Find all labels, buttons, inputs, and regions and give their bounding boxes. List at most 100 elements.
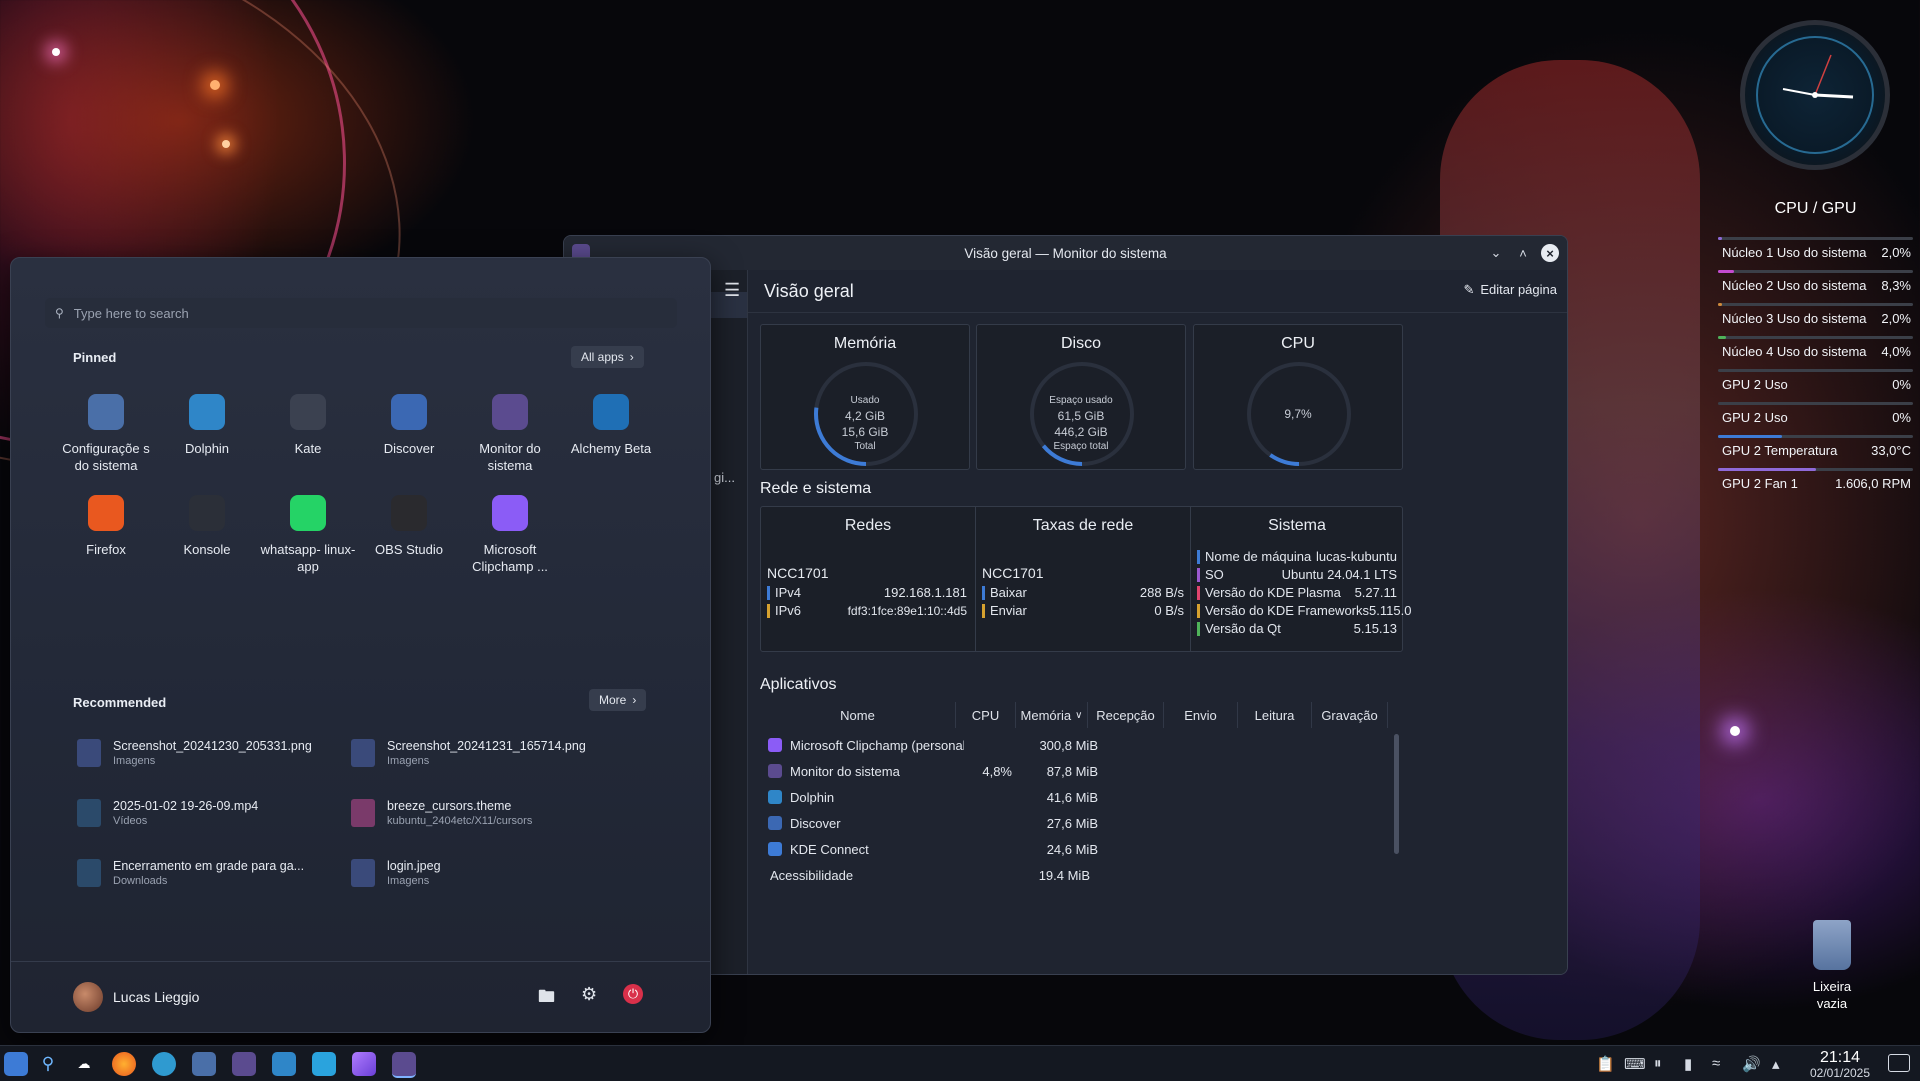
pinned-app-label: Dolphin bbox=[184, 441, 230, 456]
page-header: ☰ Visão geral ✎ Editar página bbox=[724, 270, 1567, 313]
search-icon[interactable]: ⚲ bbox=[36, 1052, 60, 1076]
recommended-item[interactable]: Encerramento em grade para ga... Download… bbox=[77, 853, 337, 893]
volume-icon[interactable]: 🔊 bbox=[1742, 1055, 1761, 1073]
analog-clock bbox=[1740, 20, 1890, 170]
start-button-icon[interactable] bbox=[4, 1052, 28, 1076]
column-header[interactable]: Gravação bbox=[1312, 702, 1388, 728]
system-monitor-icon[interactable] bbox=[392, 1052, 416, 1078]
system-info-row: Versão do KDE Frameworks 5.115.0 bbox=[1197, 603, 1411, 618]
pinned-app[interactable]: Alchemy Beta bbox=[561, 388, 661, 480]
trash-desktop-icon[interactable]: Lixeira vazia bbox=[1800, 920, 1864, 1012]
browser-icon[interactable] bbox=[152, 1052, 176, 1076]
disk-total: 446,2 GiB bbox=[1054, 425, 1108, 439]
disk-used: 61,5 GiB bbox=[1057, 409, 1105, 423]
column-header[interactable]: CPU bbox=[956, 702, 1016, 728]
minimize-icon[interactable]: ⌄ bbox=[1487, 244, 1505, 262]
chevron-right-icon: › bbox=[629, 350, 634, 364]
table-row[interactable]: Microsoft Clipchamp (personal ... 300,8 M… bbox=[760, 732, 1403, 758]
column-header[interactable]: Envio bbox=[1164, 702, 1238, 728]
pinned-app[interactable]: Monitor do sistema bbox=[460, 388, 560, 480]
telegram-icon[interactable] bbox=[312, 1052, 336, 1076]
column-header[interactable]: Memória ∨ bbox=[1016, 702, 1088, 728]
pinned-app[interactable]: Configuraçõe s do sistema bbox=[56, 388, 156, 480]
pinned-app[interactable]: Konsole bbox=[157, 489, 257, 581]
clipboard-icon[interactable]: 📋 bbox=[1596, 1055, 1615, 1073]
ipv4-label: IPv4 bbox=[775, 585, 802, 600]
search-input[interactable] bbox=[71, 304, 656, 322]
process-memory: 300,8 MiB bbox=[1039, 737, 1098, 753]
recommended-item[interactable]: 2025-01-02 19-26-09.mp4 Vídeos bbox=[77, 793, 337, 833]
pinned-app[interactable]: Firefox bbox=[56, 489, 156, 581]
recommended-name: 2025-01-02 19-26-09.mp4 bbox=[113, 799, 259, 813]
table-row[interactable]: Discover 27,6 MiB bbox=[760, 810, 1403, 836]
gear-icon[interactable]: ⚙ bbox=[581, 984, 597, 1005]
image-file-icon bbox=[351, 859, 375, 887]
firefox-icon[interactable] bbox=[112, 1052, 136, 1076]
recommended-item[interactable]: login.jpeg Imagens bbox=[351, 853, 611, 893]
more-button[interactable]: More › bbox=[589, 689, 647, 711]
sensor-track bbox=[1718, 369, 1913, 372]
sensors-title: CPU / GPU bbox=[1774, 200, 1857, 217]
sensor-track bbox=[1718, 303, 1913, 306]
system-info-label: Versão do KDE Plasma bbox=[1205, 585, 1341, 600]
close-icon[interactable]: × bbox=[1541, 244, 1559, 262]
video-file-icon bbox=[77, 859, 101, 887]
recommended-item[interactable]: breeze_cursors.theme kubuntu_2404etc/X11/… bbox=[351, 793, 611, 833]
table-header: Nome CPU Memória ∨ Recepção Envio Leitura Grava… bbox=[760, 702, 1390, 728]
sensor-value: 0% bbox=[1892, 410, 1911, 425]
search-box[interactable]: ⚲ bbox=[45, 298, 677, 328]
networks-name: NCC1701 bbox=[767, 565, 829, 581]
keyboard-icon[interactable]: ⌨ bbox=[1624, 1055, 1646, 1073]
process-name: Acessibilidade bbox=[770, 867, 854, 883]
dolphin-icon[interactable] bbox=[272, 1052, 296, 1076]
column-header[interactable]: Recepção bbox=[1088, 702, 1164, 728]
image-file-icon bbox=[351, 739, 375, 767]
column-header[interactable]: Leitura bbox=[1238, 702, 1312, 728]
recommended-text: Screenshot_20241231_165714.png Imagens bbox=[387, 739, 586, 767]
table-scrollbar[interactable] bbox=[1394, 734, 1399, 854]
pinned-app[interactable]: Dolphin bbox=[157, 388, 257, 480]
maximize-icon[interactable]: ˄ bbox=[1514, 244, 1532, 262]
tray-expand-icon[interactable]: ▴ bbox=[1772, 1055, 1780, 1073]
sensor-value: 2,0% bbox=[1881, 311, 1911, 326]
column-header[interactable]: Nome bbox=[760, 702, 956, 728]
hamburger-menu-icon[interactable]: ☰ bbox=[724, 280, 740, 301]
pinned-app[interactable]: Discover bbox=[359, 388, 459, 480]
user-button[interactable]: Lucas Lieggio bbox=[73, 982, 199, 1012]
power-icon[interactable]: ⏻ bbox=[623, 984, 643, 1004]
pinned-app[interactable]: Microsoft Clipchamp ... bbox=[460, 489, 560, 581]
wifi-icon[interactable]: ≈ bbox=[1712, 1055, 1720, 1072]
all-apps-label: All apps bbox=[581, 350, 624, 364]
system-panel: Sistema Nome de máquina lucas-kubuntu SO Ub… bbox=[1191, 507, 1411, 651]
clipchamp-icon[interactable] bbox=[352, 1052, 376, 1076]
table-row[interactable]: KDE Connect 24,6 MiB bbox=[760, 836, 1403, 862]
rates-panel: Taxas de rede NCC1701 Baixar 288 B/s Env… bbox=[976, 507, 1191, 651]
recommended-text: 2025-01-02 19-26-09.mp4 Vídeos bbox=[113, 799, 258, 827]
table-row[interactable]: Monitor do sistema 4,8% 87,8 MiB bbox=[760, 758, 1403, 784]
table-row[interactable]: Dolphin 41,6 MiB bbox=[760, 784, 1403, 810]
window-titlebar[interactable]: Visão geral — Monitor do sistema ⌄ ˄ × bbox=[564, 236, 1567, 271]
sidebar-item-fragment[interactable]: gi... bbox=[714, 470, 735, 485]
battery-icon[interactable]: ▮ bbox=[1684, 1055, 1692, 1073]
ipv6-label: IPv6 bbox=[775, 603, 802, 618]
edit-page-button[interactable]: ✎ Editar página bbox=[1463, 282, 1557, 298]
pinned-app[interactable]: Kate bbox=[258, 388, 358, 480]
weather-icon[interactable]: ☁ bbox=[72, 1052, 96, 1076]
rates-title: Taxas de rede bbox=[1032, 517, 1134, 534]
folder-icon[interactable]: 🖿 bbox=[538, 984, 555, 1013]
recommended-item[interactable]: Screenshot_20241230_205331.png Imagens bbox=[77, 733, 337, 773]
process-icon bbox=[768, 816, 782, 830]
whatsapp-icon bbox=[290, 495, 326, 531]
discover-icon[interactable] bbox=[232, 1052, 256, 1076]
pinned-app[interactable]: OBS Studio bbox=[359, 489, 459, 581]
show-desktop-icon[interactable] bbox=[1888, 1054, 1910, 1072]
recommended-item[interactable]: Screenshot_20241231_165714.png Imagens bbox=[351, 733, 611, 773]
settings-icon[interactable] bbox=[192, 1052, 216, 1076]
pinned-app[interactable]: whatsapp- linux-app bbox=[258, 489, 358, 581]
all-apps-button[interactable]: All apps › bbox=[571, 346, 644, 368]
process-icon bbox=[768, 790, 782, 804]
clock[interactable]: 21:14 02/01/2025 bbox=[1800, 1049, 1880, 1080]
media-pause-icon[interactable]: ⏸ bbox=[1654, 1055, 1662, 1072]
sensor-row: GPU 2 Uso 0% bbox=[1718, 402, 1913, 432]
table-row[interactable]: Acessibilidade 19.4 MiB bbox=[760, 862, 1403, 888]
